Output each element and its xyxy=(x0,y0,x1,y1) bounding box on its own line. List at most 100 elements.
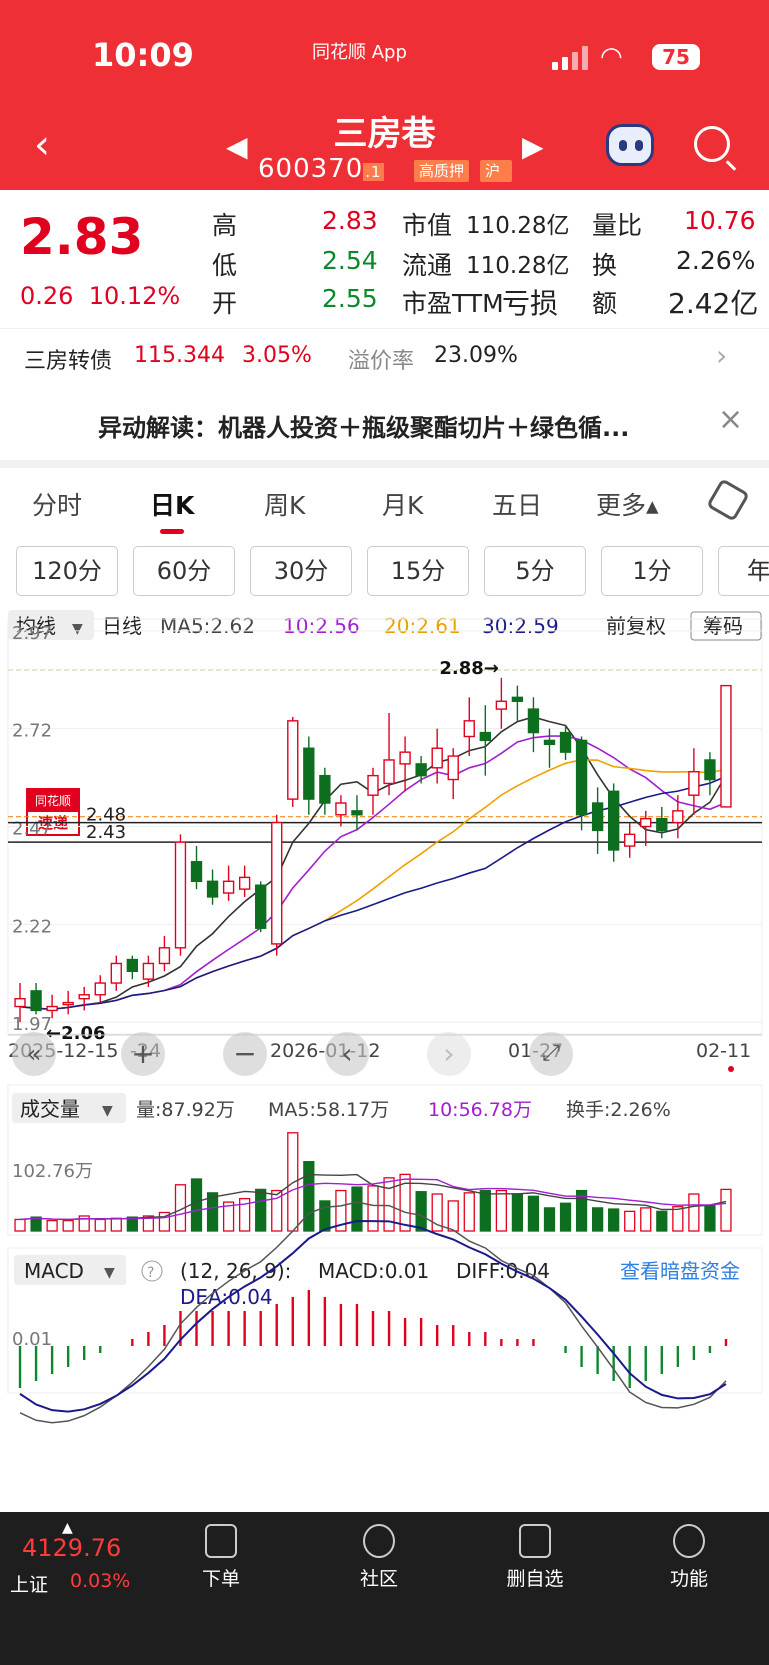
candle-body xyxy=(575,739,588,816)
period-5m[interactable]: 5分 xyxy=(484,546,586,596)
high-value: 2.83 xyxy=(322,206,378,235)
robot-assistant-icon[interactable] xyxy=(606,124,654,166)
close-icon[interactable]: × xyxy=(718,402,743,437)
dark-pool-link: 查看暗盘资金 xyxy=(620,1259,740,1283)
toolbar-community[interactable]: 社区 xyxy=(334,1524,424,1591)
kline-chart[interactable]: 均线 ▼ 日线 MA5:2.62 10:2.56 20:2.61 30:2.59… xyxy=(0,605,769,1485)
candle-body xyxy=(463,720,475,738)
community-icon xyxy=(363,1524,395,1558)
dropdown-icon: ▼ xyxy=(72,621,83,637)
stock-code-suffix: .1 xyxy=(363,163,384,181)
zoom-out-icon[interactable]: − xyxy=(223,1032,267,1076)
tab-intraday[interactable]: 分时 xyxy=(32,486,82,522)
candle-body xyxy=(672,810,684,824)
toolbar-functions[interactable]: 功能 xyxy=(644,1524,734,1591)
tab-more[interactable]: 更多▴ xyxy=(596,486,659,522)
candle-body xyxy=(688,771,700,796)
period-60m[interactable]: 60分 xyxy=(133,546,235,596)
candle-body xyxy=(30,990,42,1012)
prev-stock-icon[interactable]: ◀ xyxy=(226,130,248,163)
bond-pct: 3.05% xyxy=(242,343,312,368)
settings-icon[interactable] xyxy=(706,478,750,522)
divider xyxy=(0,460,769,468)
tag-pledge[interactable]: 高质押 xyxy=(414,160,470,182)
volume-bar xyxy=(447,1200,459,1232)
x-axis-label: 02-11 xyxy=(696,1040,751,1062)
candle-body xyxy=(190,861,203,882)
amount-label: 额 xyxy=(592,289,618,318)
candle-body xyxy=(222,880,235,894)
ma5-value: MA5:2.62 xyxy=(160,614,255,638)
ma5-line xyxy=(19,716,727,1010)
fullscreen-icon[interactable]: ⤢ xyxy=(529,1032,573,1076)
candle-body xyxy=(656,817,668,832)
volume-bar xyxy=(511,1193,524,1232)
scroll-left-icon[interactable]: ‹ xyxy=(325,1032,369,1076)
scroll-right-icon[interactable]: › xyxy=(427,1032,471,1076)
macd-params: (12, 26, 9): xyxy=(180,1259,291,1283)
ma10-value: 10:2.56 xyxy=(283,614,360,638)
tab-daily-k[interactable]: 日K xyxy=(150,486,194,522)
vr-label: 量比 xyxy=(592,211,643,240)
candle-body xyxy=(110,962,122,984)
period-120m[interactable]: 120分 xyxy=(16,546,118,596)
volume-bar xyxy=(46,1219,58,1232)
candle-body xyxy=(126,958,139,972)
candle-body xyxy=(624,833,636,847)
next-stock-icon[interactable]: ▶ xyxy=(522,130,544,163)
volume-bar xyxy=(495,1189,507,1232)
chip-button[interactable]: 筹码 xyxy=(703,614,743,638)
toolbar-order-label: 下单 xyxy=(201,1568,240,1590)
stock-code: 600370.1 xyxy=(258,154,384,184)
period-30m[interactable]: 30分 xyxy=(250,546,352,596)
open-value: 2.55 xyxy=(322,284,378,313)
candle-body xyxy=(46,1005,58,1012)
period-label: 日线 xyxy=(102,614,142,638)
candle-body xyxy=(174,841,187,949)
candle-body xyxy=(399,751,411,765)
change-value: 0.26 xyxy=(20,282,74,310)
period-1m[interactable]: 1分 xyxy=(601,546,703,596)
float-label: 流通 xyxy=(402,251,453,280)
macd-axis-label: 0.01 xyxy=(12,1329,52,1350)
last-price: 2.83 xyxy=(20,208,144,266)
toolbar-community-label: 社区 xyxy=(359,1568,398,1590)
toolbar-remove-watchlist[interactable]: 删自选 xyxy=(490,1524,580,1591)
candle-body xyxy=(319,774,331,804)
candle-body xyxy=(607,790,620,851)
float-value: 110.28亿 xyxy=(466,253,570,279)
tab-five-day[interactable]: 五日 xyxy=(492,486,542,522)
toolbar-remove-label: 删自选 xyxy=(506,1568,564,1590)
search-icon[interactable] xyxy=(694,126,730,162)
volume-bar xyxy=(543,1207,556,1232)
stock-code-text: 600370 xyxy=(258,154,364,184)
period-year[interactable]: 年 xyxy=(718,546,769,596)
tab-monthly-k[interactable]: 月K xyxy=(382,486,423,522)
toolbar-order[interactable]: 下单 xyxy=(176,1524,266,1591)
tag-connect[interactable]: 沪股 xyxy=(480,160,512,182)
candle-body xyxy=(559,731,572,753)
change-pct: 10.12% xyxy=(88,282,181,310)
volume-bar xyxy=(14,1218,26,1232)
macd-label: MACD xyxy=(24,1259,84,1283)
bond-name: 三房转债 xyxy=(24,349,113,374)
macd-value: MACD:0.01 xyxy=(318,1259,429,1283)
candle-body xyxy=(591,802,604,832)
battery-indicator: 75 xyxy=(652,44,700,70)
remove-watchlist-icon xyxy=(519,1524,551,1558)
candle-body xyxy=(335,802,347,816)
volume-axis-label: 102.76万 xyxy=(12,1161,93,1182)
pe-label: 市盈TTM xyxy=(402,289,504,318)
adjust-label[interactable]: 前复权 xyxy=(606,614,666,638)
convertible-bond-row[interactable]: 三房转债 115.344 3.05% 溢价率 23.09% › xyxy=(0,328,769,386)
period-15m[interactable]: 15分 xyxy=(367,546,469,596)
news-banner[interactable]: 同花顺 速递 异动解读：机器人投资＋瓶级聚酯切片＋绿色循... × xyxy=(0,388,769,836)
index-value[interactable]: 4129.76 xyxy=(22,1534,121,1562)
volume-bar xyxy=(287,1132,299,1232)
tab-weekly-k[interactable]: 周K xyxy=(264,486,305,522)
zoom-in-icon[interactable]: + xyxy=(121,1032,165,1076)
nav-header: 10:09 同花顺 App ◠ 75 ‹ 三房巷 ◀ ▶ 600370.1 高质… xyxy=(0,0,769,190)
collapse-icon[interactable]: « xyxy=(12,1032,56,1076)
amount-value: 2.42亿 xyxy=(668,287,759,320)
volume-bar xyxy=(94,1218,106,1232)
